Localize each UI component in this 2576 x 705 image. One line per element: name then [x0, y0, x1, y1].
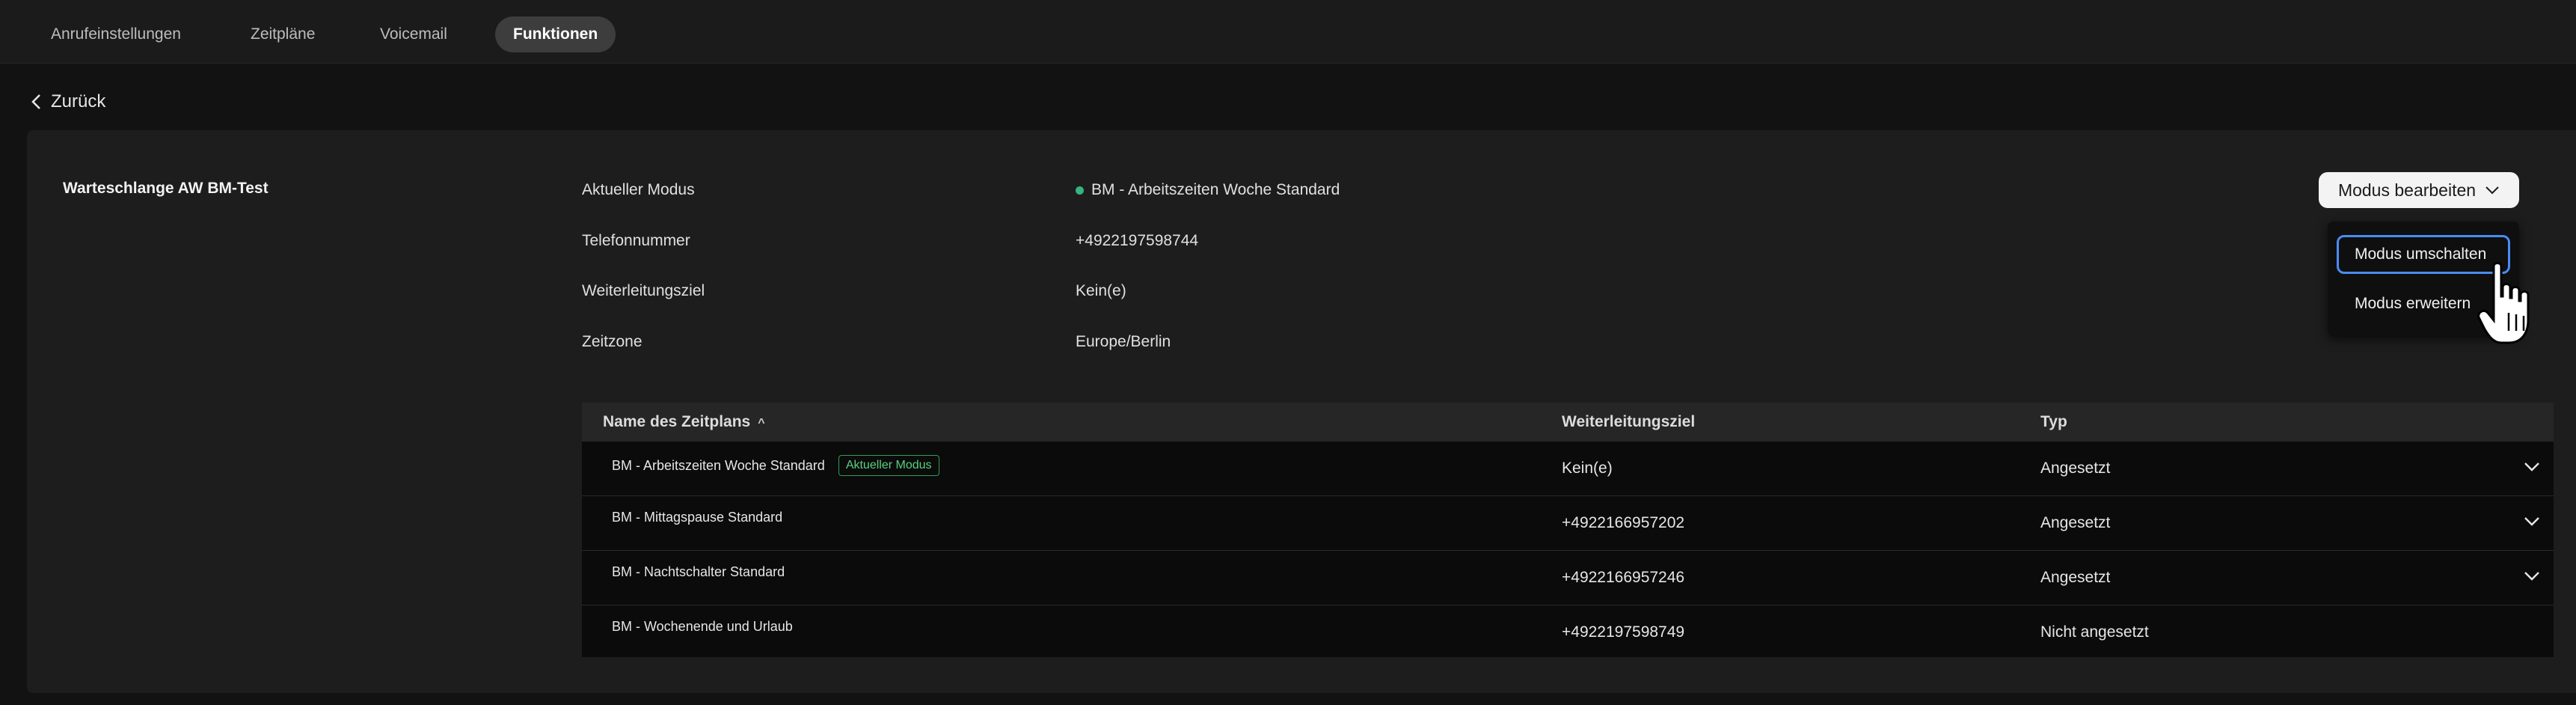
type-cell: Nicht angesetzt: [2040, 623, 2149, 641]
schedule-name: BM - Nachtschalter Standard: [612, 564, 785, 579]
forward-target-label: Weiterleitungsziel: [582, 282, 705, 299]
current-mode-badge: Aktueller Modus: [838, 455, 939, 476]
table-row[interactable]: BM - Arbeitszeiten Woche Standard Aktuel…: [582, 442, 2554, 496]
forward-target-cell: +4922166957202: [1562, 514, 1685, 531]
tab-anrufeinstellungen[interactable]: Anrufeinstellungen: [51, 16, 181, 52]
forward-target-cell: Kein(e): [1562, 460, 1613, 477]
tab-bar: Anrufeinstellungen Zeitpläne Voicemail F…: [0, 0, 2576, 64]
chevron-down-icon[interactable]: [2524, 461, 2540, 473]
table-row[interactable]: BM - Mittagspause Standard +492216695720…: [582, 496, 2554, 551]
schedule-name: BM - Arbeitszeiten Woche Standard: [612, 457, 825, 473]
type-cell: Angesetzt: [2040, 460, 2111, 477]
chevron-down-icon: [2485, 186, 2499, 195]
schedule-name: BM - Wochenende und Urlaub: [612, 619, 793, 634]
timezone-value: Europe/Berlin: [1076, 333, 1171, 350]
timezone-label: Zeitzone: [582, 333, 643, 350]
forward-target-cell: +4922166957246: [1562, 569, 1685, 586]
phone-value: +4922197598744: [1076, 232, 1199, 249]
table-row[interactable]: BM - Nachtschalter Standard +49221669572…: [582, 551, 2554, 605]
current-mode-value: BM - Arbeitszeiten Woche Standard: [1076, 181, 1340, 199]
chevron-down-icon[interactable]: [2524, 516, 2540, 528]
back-link[interactable]: Zurück: [30, 87, 105, 117]
phone-label: Telefonnummer: [582, 232, 690, 249]
status-dot-icon: [1076, 186, 1084, 195]
column-header-name[interactable]: Name des Zeitplans ^: [603, 403, 765, 442]
forward-target-value: Kein(e): [1076, 282, 1126, 299]
table-header: Name des Zeitplans ^ Weiterleitungsziel T…: [582, 403, 2554, 442]
table-row[interactable]: BM - Wochenende und Urlaub +492219759874…: [582, 605, 2554, 659]
schedule-name-cell: BM - Arbeitszeiten Woche Standard Aktuel…: [612, 455, 939, 476]
hand-pointer-icon: [2477, 262, 2530, 344]
current-mode-label: Aktueller Modus: [582, 181, 695, 198]
schedule-name-cell: BM - Wochenende und Urlaub: [612, 619, 793, 635]
edit-mode-button[interactable]: Modus bearbeiten: [2319, 172, 2519, 208]
column-header-target: Weiterleitungsziel: [1562, 413, 1696, 430]
forward-target-cell: +4922197598749: [1562, 623, 1685, 641]
current-mode-text: BM - Arbeitszeiten Woche Standard: [1091, 181, 1340, 198]
schedule-table: Name des Zeitplans ^ Weiterleitungsziel T…: [582, 403, 2554, 657]
type-cell: Angesetzt: [2040, 514, 2111, 531]
tab-funktionen[interactable]: Funktionen: [495, 16, 616, 52]
column-header-name-label: Name des Zeitplans: [603, 413, 751, 430]
chevron-left-icon: [31, 94, 40, 109]
schedule-name-cell: BM - Mittagspause Standard: [612, 510, 782, 525]
edit-mode-label: Modus bearbeiten: [2337, 180, 2477, 200]
queue-title: Warteschlange AW BM-Test: [63, 180, 269, 197]
tab-zeitplaene[interactable]: Zeitpläne: [251, 16, 315, 52]
chevron-down-icon[interactable]: [2524, 570, 2540, 582]
sort-ascending-icon: ^: [758, 417, 765, 430]
column-header-type: Typ: [2040, 413, 2067, 430]
type-cell: Angesetzt: [2040, 569, 2111, 586]
schedule-name-cell: BM - Nachtschalter Standard: [612, 564, 785, 580]
tab-voicemail[interactable]: Voicemail: [380, 16, 447, 52]
schedule-name: BM - Mittagspause Standard: [612, 510, 783, 525]
back-label: Zurück: [51, 91, 106, 112]
